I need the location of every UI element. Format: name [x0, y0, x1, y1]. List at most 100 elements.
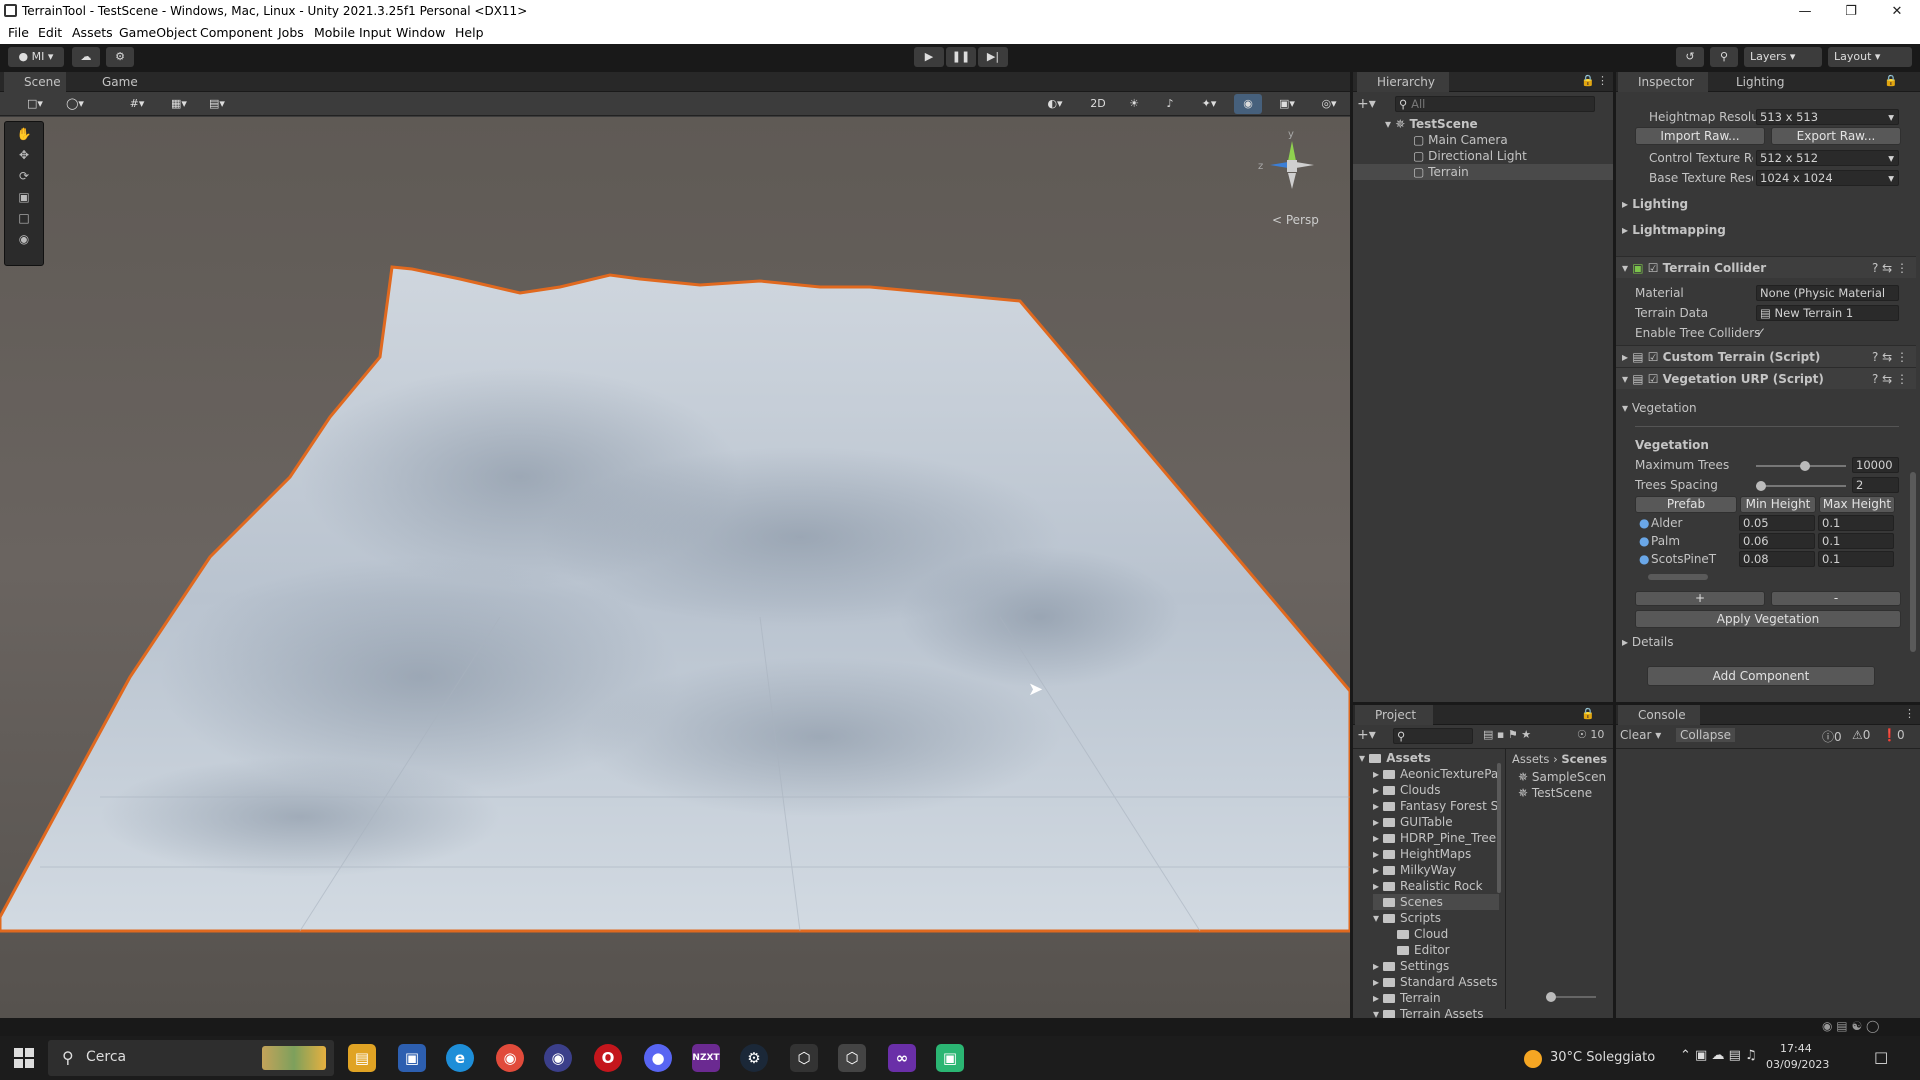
remove-row-button[interactable]: - — [1771, 591, 1901, 606]
enable-tree-colliders-checkbox[interactable]: ✓ — [1756, 325, 1766, 339]
scene-viewport[interactable]: y z < Persp ➤ — [0, 117, 1350, 1018]
min-height-cell[interactable]: 0.05 — [1739, 515, 1815, 531]
folder-item[interactable]: ▾ Scripts — [1373, 910, 1499, 926]
more-icon[interactable]: ⋮ — [1597, 74, 1608, 87]
vegetation-foldout[interactable]: ▾ Vegetation — [1622, 401, 1697, 415]
opera-icon[interactable]: O — [594, 1044, 622, 1072]
tab-inspector[interactable]: Inspector — [1618, 72, 1708, 92]
collapse-button[interactable]: Collapse — [1676, 728, 1735, 742]
error-count[interactable]: ❗0 — [1882, 728, 1905, 742]
menu-help[interactable]: Help — [455, 25, 484, 40]
min-height-cell[interactable]: 0.06 — [1739, 533, 1815, 549]
file-explorer-icon[interactable]: ▤ — [348, 1044, 376, 1072]
menu-window[interactable]: Window — [396, 25, 445, 40]
import-raw-button[interactable]: Import Raw... — [1635, 127, 1765, 145]
edge-icon[interactable]: e — [446, 1044, 474, 1072]
minimize-button[interactable]: — — [1782, 0, 1828, 23]
nzxt-icon[interactable]: NZXT — [692, 1044, 720, 1072]
discord-icon[interactable]: ● — [644, 1044, 672, 1072]
android-studio-icon[interactable]: ▣ — [936, 1044, 964, 1072]
file-item[interactable]: ✵ SampleScen — [1518, 769, 1612, 785]
store-icon[interactable]: ▣ — [398, 1044, 426, 1072]
table-scrollbar[interactable] — [1648, 574, 1708, 580]
warning-count[interactable]: ⚠0 — [1852, 728, 1870, 742]
max-trees-slider-handle[interactable] — [1800, 461, 1810, 471]
start-icon[interactable] — [14, 1048, 34, 1068]
cloud-icon[interactable]: ☁ — [72, 47, 100, 67]
tree-scrollbar[interactable] — [1497, 763, 1501, 893]
tab-game[interactable]: Game — [82, 72, 144, 92]
close-button[interactable]: ✕ — [1874, 0, 1920, 23]
pause-button[interactable]: ❚❚ — [946, 47, 976, 67]
move-tool-icon[interactable]: ✥ — [11, 147, 37, 164]
hierarchy-item[interactable]: ▢ Directional Light — [1353, 148, 1613, 164]
column-max-height[interactable]: Max Height — [1819, 496, 1895, 513]
weather-icon[interactable] — [1524, 1050, 1542, 1068]
clock-date[interactable]: 03/09/2023 — [1766, 1058, 1829, 1071]
shading-button[interactable]: ◯▾ — [58, 94, 92, 114]
scene-gizmo[interactable] — [1262, 135, 1322, 195]
folder-item[interactable]: ▸ HeightMaps — [1373, 846, 1499, 862]
terrain-data-field[interactable]: ▤ New Terrain 1 — [1756, 305, 1899, 321]
lock-icon[interactable]: 🔒 — [1581, 707, 1595, 720]
projection-label[interactable]: < Persp — [1272, 213, 1319, 227]
search-icon[interactable]: ⚲ — [1710, 47, 1738, 67]
control-texture-dropdown[interactable]: 512 x 512 ▾ — [1756, 150, 1899, 166]
folder-item[interactable]: Cloud — [1387, 926, 1499, 942]
menu-component[interactable]: Component — [200, 25, 273, 40]
visibility-icon[interactable]: ◉ — [1234, 94, 1262, 114]
collab-icon[interactable]: ⚙ — [106, 47, 134, 67]
trees-spacing-slider-handle[interactable] — [1756, 481, 1766, 491]
hierarchy-item-selected[interactable]: ▢ Terrain — [1353, 164, 1613, 180]
base-texture-dropdown[interactable]: 1024 x 1024 ▾ — [1756, 170, 1899, 186]
menu-gameobject[interactable]: GameObject — [119, 25, 197, 40]
terrain-collider-header[interactable]: ▾ ▣ ☑ Terrain Collider ? ⇆ ⋮ — [1616, 256, 1916, 278]
lighting-foldout[interactable]: ▸ Lighting — [1622, 197, 1688, 211]
layers-dropdown[interactable]: Layers ▾ — [1744, 47, 1822, 67]
folder-item[interactable]: ▸ Clouds — [1373, 782, 1499, 798]
max-height-cell[interactable]: 0.1 — [1818, 551, 1894, 567]
gizmos-button[interactable]: ◎▾ — [1312, 94, 1346, 114]
chrome-icon[interactable]: ◉ — [496, 1044, 524, 1072]
max-trees-field[interactable]: 10000 — [1852, 457, 1899, 473]
hidden-count[interactable]: ☉ 10 — [1577, 728, 1604, 741]
weather-text[interactable]: 30°C Soleggiato — [1550, 1050, 1655, 1065]
add-row-button[interactable]: + — [1635, 591, 1765, 606]
folder-item[interactable]: ▸ GUITable — [1373, 814, 1499, 830]
transform-tool-icon[interactable]: ◉ — [11, 231, 37, 248]
folder-item[interactable]: ▸ Settings — [1373, 958, 1499, 974]
trees-spacing-slider[interactable] — [1756, 481, 1846, 491]
rect-tool-icon[interactable]: □ — [11, 210, 37, 227]
folder-item[interactable]: ▸ Standard Assets — [1373, 974, 1499, 990]
folder-item[interactable]: ▸ MilkyWay — [1373, 862, 1499, 878]
table-row[interactable]: ● Alder 0.05 0.1 — [1635, 515, 1901, 533]
folder-item[interactable]: Scenes — [1373, 894, 1499, 910]
add-component-button[interactable]: Add Component — [1647, 666, 1875, 686]
folder-item[interactable]: Editor — [1387, 942, 1499, 958]
tree-root-assets[interactable]: ▾ Assets — [1359, 750, 1431, 766]
project-search-input[interactable]: ⚲ — [1393, 728, 1473, 744]
tab-lighting[interactable]: Lighting — [1716, 72, 1806, 92]
folder-item[interactable]: ▸ Realistic Rock — [1373, 878, 1499, 894]
lighting-toggle-icon[interactable]: ☀ — [1120, 94, 1148, 114]
hierarchy-item[interactable]: ▢ Main Camera — [1353, 132, 1613, 148]
camera-button[interactable]: ▣▾ — [1270, 94, 1304, 114]
inspector-scrollbar[interactable] — [1910, 472, 1916, 652]
steam-icon[interactable]: ⚙ — [740, 1044, 768, 1072]
lock-icon[interactable]: 🔒 — [1581, 74, 1595, 87]
details-foldout[interactable]: ▸ Details — [1622, 635, 1673, 649]
render-mode-button[interactable]: ◐▾ — [1038, 94, 1072, 114]
taskbar-search[interactable]: ⚲ Cerca — [48, 1040, 334, 1076]
vpn-icon[interactable]: ◉ — [544, 1044, 572, 1072]
status-icons[interactable]: ◉ ▤ ☯ ◯ — [1822, 1019, 1879, 1033]
tab-console[interactable]: Console — [1618, 705, 1700, 725]
menu-assets[interactable]: Assets — [72, 25, 113, 40]
clear-button[interactable]: Clear ▾ — [1620, 728, 1661, 742]
visual-studio-icon[interactable]: ∞ — [888, 1044, 916, 1072]
max-height-cell[interactable]: 0.1 — [1818, 515, 1894, 531]
clock-time[interactable]: 17:44 — [1780, 1042, 1812, 1055]
mode-2d-button[interactable]: 2D — [1084, 94, 1112, 114]
folder-item[interactable]: ▸ AeonicTexturePa — [1373, 766, 1499, 782]
max-height-cell[interactable]: 0.1 — [1818, 533, 1894, 549]
trees-spacing-field[interactable]: 2 — [1852, 477, 1899, 493]
